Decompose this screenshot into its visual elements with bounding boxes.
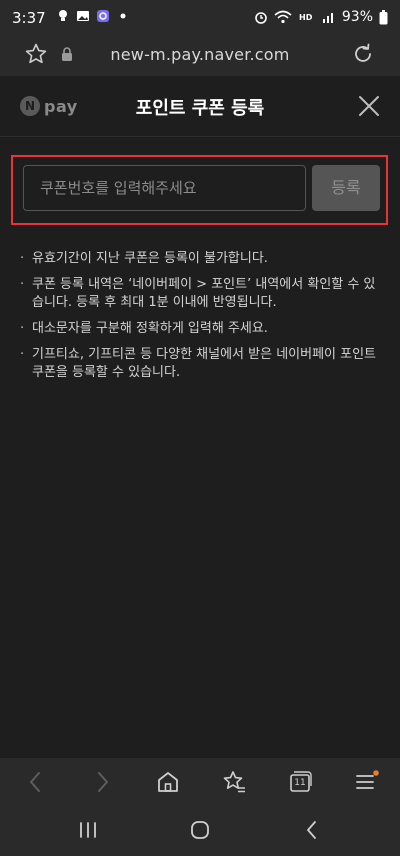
browser-address-bar: new-m.pay.naver.com (0, 34, 400, 76)
page-header: N pay 포인트 쿠폰 등록 (0, 76, 400, 137)
hd-voice-icon: HD (299, 13, 313, 22)
battery-icon (379, 9, 388, 24)
forward-arrow-icon[interactable] (88, 768, 116, 796)
status-bar: 3:37 HD 93% (0, 0, 400, 34)
signal-icon (322, 13, 333, 23)
gallery-icon (77, 11, 89, 21)
menu-icon (356, 770, 379, 789)
browser-bottom-nav: 11 (0, 758, 400, 806)
more-notifications-dot-icon (120, 13, 126, 19)
notice-list: 유효기간이 지난 쿠폰은 등록이 불가합니다. 쿠폰 등록 내역은 ‘네이버페이… (20, 250, 380, 390)
status-time: 3:37 (12, 9, 46, 27)
menu-button[interactable] (352, 768, 380, 796)
coupon-entry-section: 쿠폰번호를 입력해주세요 등록 (11, 155, 388, 225)
home-icon[interactable] (154, 768, 182, 796)
notice-item: 유효기간이 지난 쿠폰은 등록이 불가합니다. (20, 250, 380, 268)
tabs-button[interactable]: 11 (286, 768, 314, 796)
notification-icons (56, 9, 130, 23)
system-back-icon[interactable] (300, 818, 324, 842)
home-circle-icon[interactable] (188, 818, 212, 842)
url-field[interactable]: new-m.pay.naver.com (0, 45, 400, 64)
battery-percent: 93% (341, 9, 373, 25)
system-status-icons: HD 93% (254, 9, 388, 25)
svg-text:HD: HD (299, 13, 313, 22)
notice-item: 쿠폰 등록 내역은 ‘네이버페이 > 포인트’ 내역에서 확인할 수 있습니다.… (20, 276, 380, 312)
system-navigation-bar (0, 806, 400, 856)
register-button[interactable]: 등록 (312, 165, 380, 211)
notice-item: 기프티쇼, 기프티콘 등 다양한 채널에서 받은 네이버페이 포인트 쿠폰을 등… (20, 346, 380, 382)
back-arrow-icon[interactable] (22, 768, 50, 796)
bookmarks-icon[interactable] (220, 768, 248, 796)
notice-item: 대소문자를 구분해 정확하게 입력해 주세요. (20, 320, 380, 338)
alarm-icon (255, 12, 267, 24)
wifi-icon (274, 10, 292, 24)
tabs-count: 11 (294, 778, 306, 788)
app-notification-icon (97, 10, 109, 22)
recent-apps-icon[interactable] (76, 818, 100, 842)
coupon-number-input[interactable]: 쿠폰번호를 입력해주세요 (23, 165, 306, 211)
lightbulb-icon (59, 10, 67, 21)
reload-icon[interactable] (350, 41, 376, 67)
page-title: 포인트 쿠폰 등록 (135, 98, 265, 119)
close-icon[interactable] (358, 95, 380, 117)
